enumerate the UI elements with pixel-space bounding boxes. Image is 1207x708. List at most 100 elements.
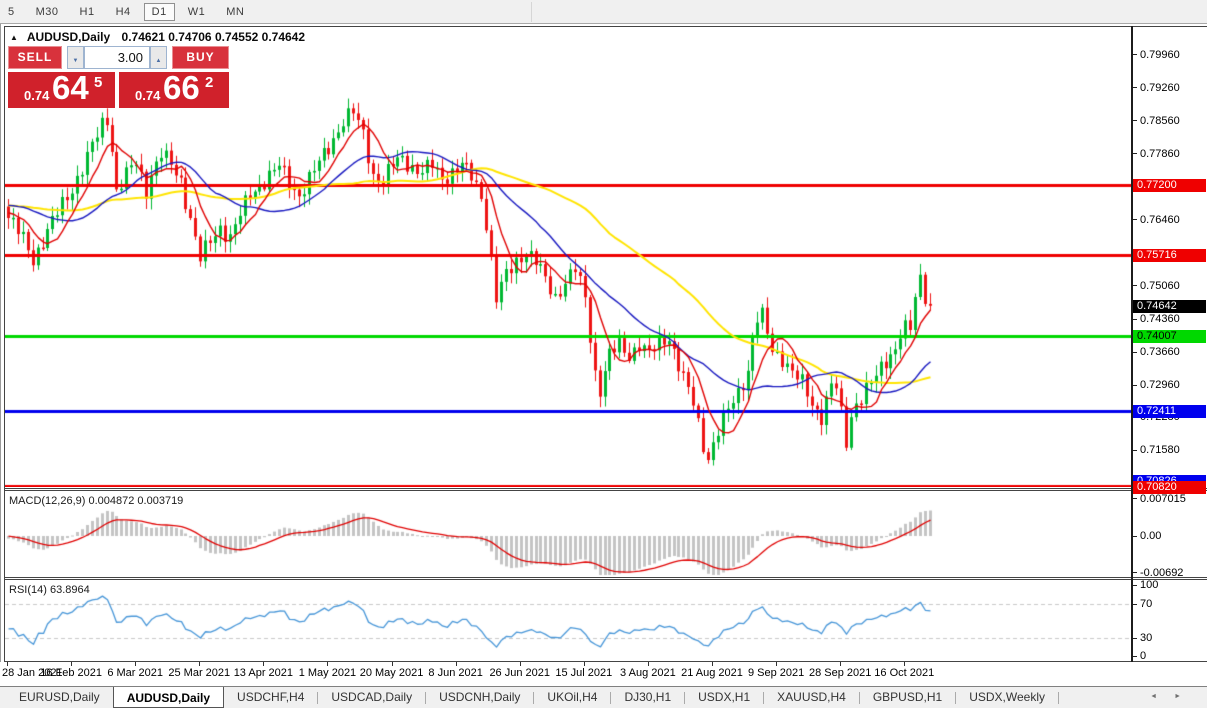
- buy-button[interactable]: BUY: [172, 46, 229, 69]
- axis-price-label: 0.72960: [1140, 379, 1180, 391]
- axis-price-label: 0.71580: [1140, 444, 1180, 456]
- axis-tick: [1133, 656, 1137, 657]
- axis-tick: [1133, 153, 1137, 154]
- macd-label: MACD(12,26,9) 0.004872 0.003719: [9, 495, 183, 507]
- sell-price-display[interactable]: 0.74 64 5: [8, 72, 115, 108]
- one-click-collapse-icon[interactable]: ▲: [10, 33, 18, 42]
- arrow-up-icon: ▲: [156, 58, 162, 64]
- tab-eurusd-daily[interactable]: EURUSD,Daily: [6, 687, 113, 708]
- tab-usdcnh-daily[interactable]: USDCNH,Daily: [426, 687, 533, 708]
- timeframe-button-h4[interactable]: H4: [108, 3, 139, 21]
- arrow-down-icon: ▼: [73, 58, 79, 64]
- date-label: 16 Feb 2021: [40, 667, 102, 679]
- chart-ohlc-values: 0.74621 0.74706 0.74552 0.74642: [122, 30, 306, 44]
- date-label: 8 Jun 2021: [428, 667, 482, 679]
- axis-tick: [1133, 536, 1137, 537]
- date-axis[interactable]: 28 Jan 202116 Feb 20216 Mar 202125 Mar 2…: [0, 662, 1207, 686]
- tab-ukoil-h4[interactable]: UKOil,H4: [534, 687, 610, 708]
- date-tick: [456, 662, 457, 666]
- axis-tick: [1133, 498, 1137, 499]
- axis-price-label: 0.79260: [1140, 82, 1180, 94]
- axis-tick: [1133, 385, 1137, 386]
- date-label: 9 Sep 2021: [748, 667, 804, 679]
- volume-input[interactable]: 3.00: [84, 46, 150, 69]
- tab-dj30-h1[interactable]: DJ30,H1: [611, 687, 684, 708]
- macd-panel-bottom-border[interactable]: [4, 577, 1207, 578]
- tab-audusd-daily[interactable]: AUDUSD,Daily: [113, 687, 224, 708]
- sell-button[interactable]: SELL: [8, 46, 62, 69]
- timeframe-button-w1[interactable]: W1: [180, 3, 214, 21]
- axis-price-label: 0.73660: [1140, 346, 1180, 358]
- rsi-indicator-canvas[interactable]: [5, 580, 1131, 661]
- tab-separator: [1058, 692, 1059, 704]
- rsi-axis-label: 100: [1140, 579, 1158, 591]
- date-tick: [776, 662, 777, 666]
- date-tick: [648, 662, 649, 666]
- date-tick: [904, 662, 905, 666]
- axis-price-label: 0.76460: [1140, 214, 1180, 226]
- macd-axis-label: 0.007015: [1140, 493, 1186, 505]
- tab-gbpusd-h1[interactable]: GBPUSD,H1: [860, 687, 955, 708]
- axis-tick: [1133, 450, 1137, 451]
- timeframe-button-m30[interactable]: M30: [28, 3, 67, 21]
- macd-axis-label: -0.00692: [1140, 567, 1183, 579]
- date-label: 21 Aug 2021: [681, 667, 743, 679]
- level-price-chip: 0.74007: [1133, 330, 1206, 343]
- tab-usdcad-daily[interactable]: USDCAD,Daily: [318, 687, 425, 708]
- rsi-axis-label: 30: [1140, 632, 1152, 644]
- tab-xauusd-h4[interactable]: XAUUSD,H4: [764, 687, 859, 708]
- volume-decrease-button[interactable]: ▼: [67, 46, 84, 69]
- timeframe-button-5[interactable]: 5: [0, 3, 23, 21]
- level-price-chip: 0.75716: [1133, 249, 1206, 262]
- axis-tick: [1133, 319, 1137, 320]
- axis-tick: [1133, 352, 1137, 353]
- timeframe-toolbar: 5 M30 H1 H4 D1 W1MN: [0, 0, 1207, 24]
- buy-price-big-digits: 66: [163, 69, 200, 107]
- macd-values: 0.004872 0.003719: [88, 495, 183, 507]
- rsi-title: RSI(14): [9, 584, 47, 596]
- chart-symbol-label: AUDUSD,Daily: [27, 30, 110, 44]
- axis-tick: [1133, 604, 1137, 605]
- date-label: 3 Aug 2021: [620, 667, 676, 679]
- main-panel-bottom-border[interactable]: [4, 488, 1207, 489]
- macd-axis-label: 0.00: [1140, 530, 1161, 542]
- buy-price-pip-digit: 2: [205, 74, 213, 91]
- date-label: 16 Oct 2021: [874, 667, 934, 679]
- date-label: 6 Mar 2021: [107, 667, 163, 679]
- tab-usdx-h1[interactable]: USDX,H1: [685, 687, 763, 708]
- toolbar-separator: [531, 2, 532, 22]
- chart-title: ▲ AUDUSD,Daily 0.74621 0.74706 0.74552 0…: [10, 30, 305, 44]
- date-tick: [7, 662, 8, 666]
- metatrader-window: { "toolbar": { "timeframes": ["5", "M30"…: [0, 0, 1207, 708]
- date-tick: [712, 662, 713, 666]
- level-price-chip: 0.72411: [1133, 405, 1206, 418]
- level-price-chip: 0.77200: [1133, 179, 1206, 192]
- date-tick: [392, 662, 393, 666]
- axis-tick: [1133, 638, 1137, 639]
- axis-tick: [1133, 585, 1137, 586]
- buy-price-display[interactable]: 0.74 66 2: [119, 72, 229, 108]
- rsi-value: 63.8964: [50, 584, 90, 596]
- date-tick: [840, 662, 841, 666]
- timeframe-button-mn[interactable]: MN: [218, 3, 252, 21]
- axis-price-label: 0.77860: [1140, 148, 1180, 160]
- timeframe-button-h1[interactable]: H1: [72, 3, 103, 21]
- date-label: 13 Apr 2021: [234, 667, 293, 679]
- date-label: 1 May 2021: [299, 667, 356, 679]
- sell-price-prefix: 0.74: [24, 88, 49, 103]
- current-price-chip: 0.74642: [1133, 300, 1206, 313]
- timeframe-buttons: 5 M30 H1 H4 D1 W1MN: [0, 2, 257, 22]
- level-price-chip: 0.70820: [1133, 481, 1206, 494]
- tab-usdchf-h4[interactable]: USDCHF,H4: [224, 687, 317, 708]
- axis-price-label: 0.79960: [1140, 49, 1180, 61]
- tab-usdx-weekly[interactable]: USDX,Weekly: [956, 687, 1058, 708]
- window-left-edge: [0, 24, 1, 686]
- date-tick: [263, 662, 264, 666]
- timeframe-button-d1[interactable]: D1: [144, 3, 175, 21]
- axis-price-label: 0.74360: [1140, 313, 1180, 325]
- date-tick: [520, 662, 521, 666]
- price-axis[interactable]: 0.799600.792600.785600.778600.764600.750…: [1133, 0, 1207, 708]
- volume-increase-button[interactable]: ▲: [150, 46, 167, 69]
- rsi-label: RSI(14) 63.8964: [9, 584, 90, 596]
- sell-price-big-digits: 64: [52, 69, 89, 107]
